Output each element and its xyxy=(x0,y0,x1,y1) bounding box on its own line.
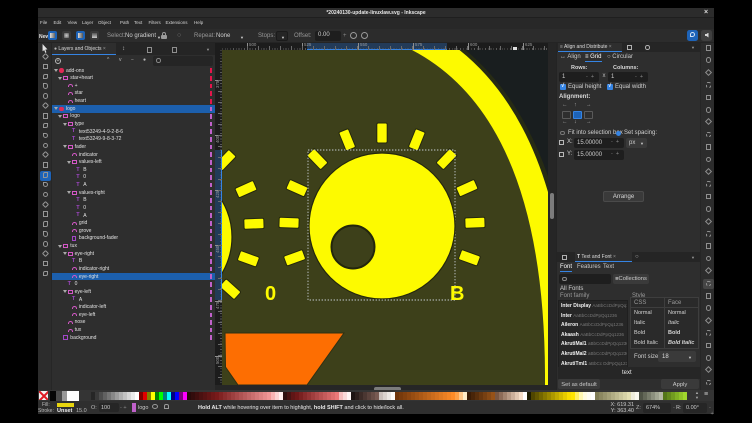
svg-text:B: B xyxy=(450,283,464,305)
svg-text:0: 0 xyxy=(265,283,276,305)
